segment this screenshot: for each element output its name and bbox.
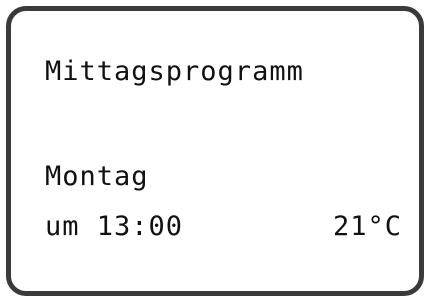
time-label: um 13:00 <box>45 211 184 242</box>
weekday-label: Montag <box>45 161 149 192</box>
lcd-display-frame <box>6 6 424 296</box>
temperature-label: 21°C <box>333 211 403 242</box>
program-title: Mittagsprogramm <box>45 56 304 87</box>
